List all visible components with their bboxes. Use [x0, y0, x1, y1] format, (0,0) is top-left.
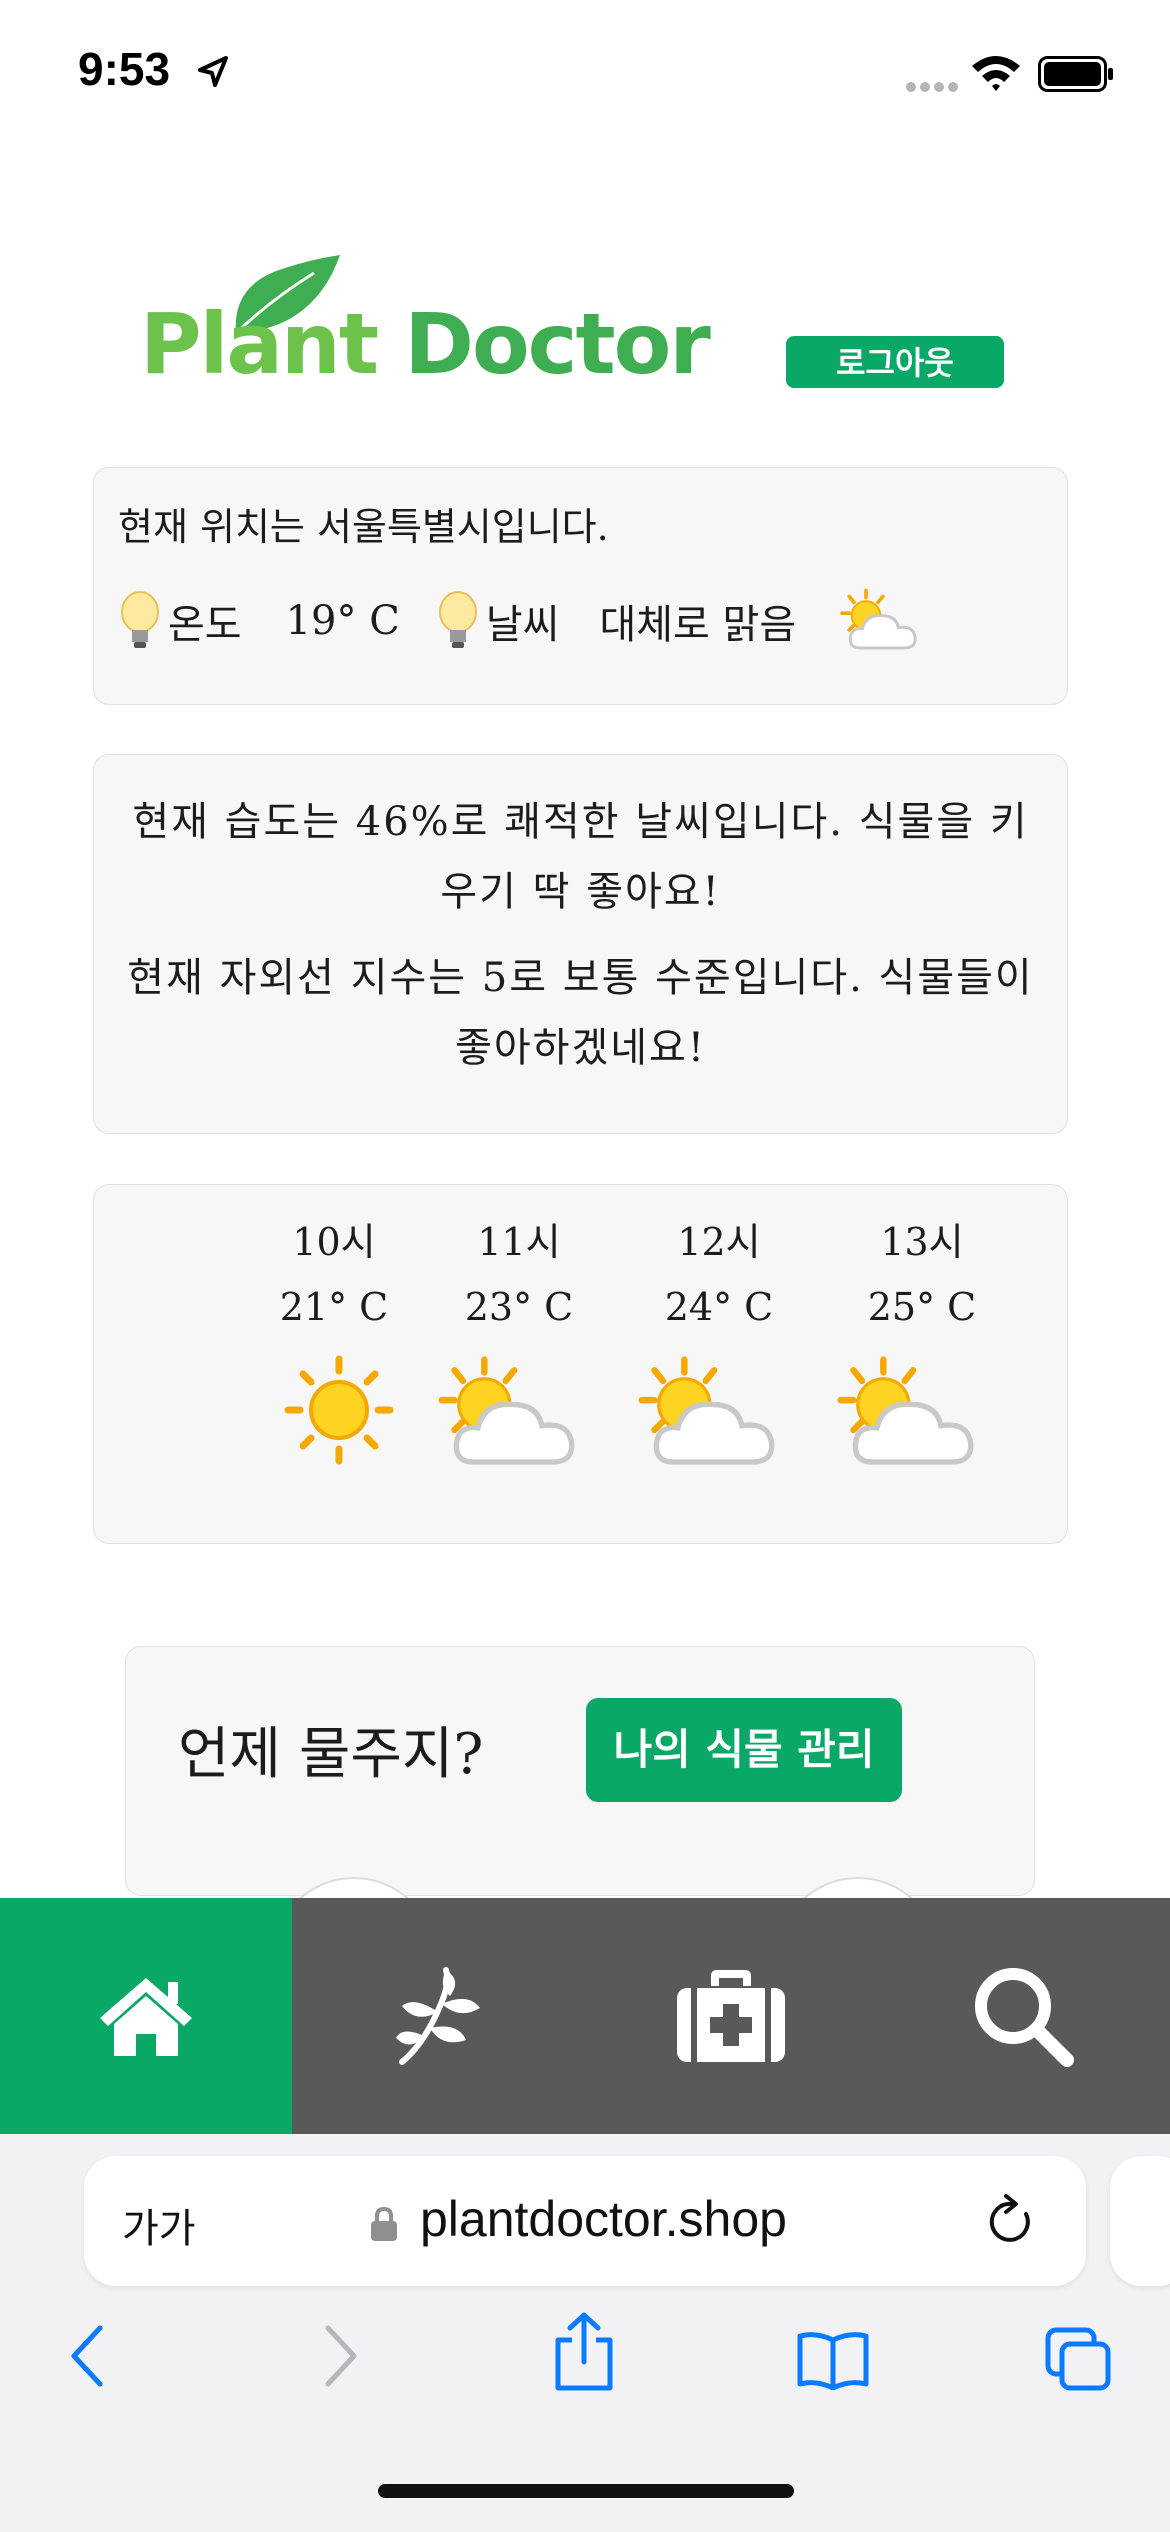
- search-icon: [975, 1968, 1074, 2067]
- bookmarks-icon[interactable]: [796, 2330, 870, 2390]
- lightbulb-icon: [438, 591, 477, 648]
- reload-icon[interactable]: [986, 2194, 1036, 2248]
- plant-doctor-logo[interactable]: Plant Doctor: [140, 255, 711, 405]
- address-bar[interactable]: 가가 plantdoctor.shop: [84, 2156, 1086, 2286]
- current-weather-row: 온도 19° C 날씨 대체로 맑음: [118, 586, 926, 656]
- weather-value: 대체로 맑음: [599, 602, 797, 648]
- hour-temp: 23° C: [464, 1285, 574, 1329]
- back-icon[interactable]: [68, 2324, 108, 2388]
- hour-temp: 21° C: [279, 1285, 389, 1329]
- wifi-icon: [972, 56, 1020, 91]
- home-indicator[interactable]: [378, 2484, 794, 2498]
- bottom-nav: [0, 1898, 1170, 2134]
- forward-icon[interactable]: [320, 2324, 360, 2388]
- uv-text: 현재 자외선 지수는 5로 보통 수준입니다. 식물들이 좋아하겠네요!: [127, 955, 1034, 1071]
- watering-card: 언제 물주지? 나의 식물 관리: [125, 1646, 1035, 2041]
- sun-behind-cloud-icon: [837, 1356, 974, 1465]
- lock-icon: [371, 2206, 397, 2241]
- url-text: plantdoctor.shop: [420, 2191, 787, 2247]
- status-bar: 9:53: [0, 0, 1170, 150]
- text-size-button[interactable]: 가가: [122, 2196, 196, 2254]
- battery-icon: [1038, 56, 1113, 92]
- hour-temp: 25° C: [867, 1285, 977, 1329]
- nav-diagnosis[interactable]: [585, 1898, 877, 2134]
- share-icon[interactable]: [552, 2312, 616, 2392]
- my-plants-button[interactable]: 나의 식물 관리: [586, 1698, 902, 1802]
- location-arrow-icon: [198, 56, 228, 87]
- hourly-forecast-card: 10시 21° C 11시 23° C 12시 24° C 13시 25° C: [93, 1184, 1068, 1544]
- nav-plants[interactable]: [293, 1898, 585, 2134]
- temperature-label: 온도: [168, 602, 242, 648]
- sun-behind-cloud-icon: [840, 588, 917, 650]
- signal-icon: [906, 82, 958, 92]
- tabs-icon[interactable]: [1044, 2326, 1114, 2392]
- hour-label: 11시: [477, 1220, 561, 1264]
- humidity-uv-card: 현재 습도는 46%로 쾌적한 날씨입니다. 식물을 키우기 딱 좋아요! 현재…: [93, 754, 1068, 1134]
- logout-button[interactable]: 로그아웃: [786, 336, 1004, 388]
- hour-label: 12시: [677, 1220, 761, 1264]
- sun-icon: [284, 1355, 394, 1465]
- next-tab-peek[interactable]: [1110, 2156, 1170, 2286]
- current-weather-card: 현재 위치는 서울특별시입니다. 온도 19° C 날씨 대체로 맑음: [93, 467, 1068, 705]
- nav-search[interactable]: [877, 1898, 1169, 2134]
- humidity-text: 현재 습도는 46%로 쾌적한 날씨입니다. 식물을 키우기 딱 좋아요!: [132, 799, 1029, 915]
- weather-label: 날씨: [485, 602, 560, 648]
- location-text: 현재 위치는 서울특별시입니다.: [118, 505, 609, 549]
- temperature-value: 19° C: [285, 598, 400, 644]
- plant-icon: [396, 1967, 480, 2065]
- hour-label: 13시: [880, 1220, 964, 1264]
- status-time: 9:53: [78, 43, 171, 95]
- hour-label: 10시: [292, 1220, 376, 1264]
- hour-temp: 24° C: [664, 1285, 774, 1329]
- lightbulb-icon: [121, 591, 159, 648]
- nav-home[interactable]: [0, 1898, 292, 2134]
- sun-behind-cloud-icon: [438, 1356, 575, 1465]
- watering-title: 언제 물주지?: [178, 1722, 484, 1787]
- home-icon: [100, 1978, 192, 2056]
- medical-kit-icon: [677, 1970, 785, 2062]
- sun-behind-cloud-icon: [638, 1356, 775, 1465]
- logo-text-doctor: Doctor: [404, 295, 711, 393]
- logo-text-plant: Plant: [140, 295, 379, 393]
- browser-toolbar: 가가 plantdoctor.shop: [0, 2134, 1170, 2532]
